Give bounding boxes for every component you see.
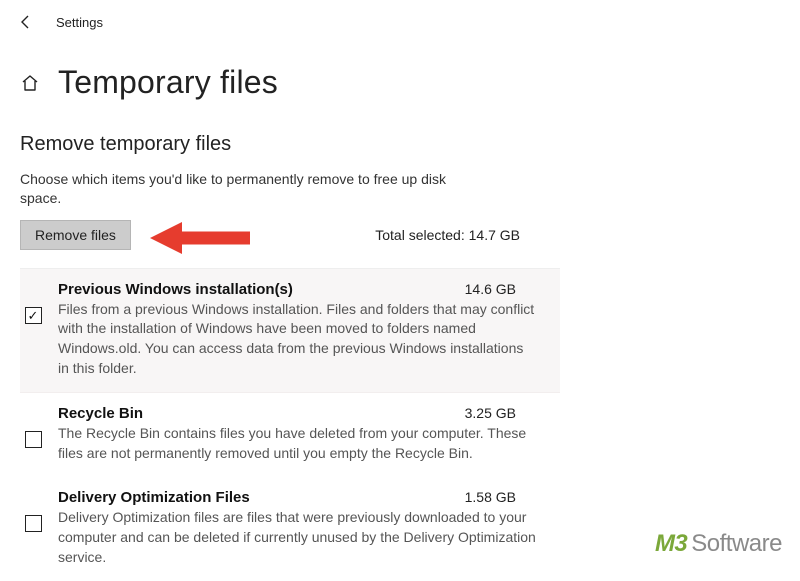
titlebar: Settings — [0, 0, 800, 44]
item-description: The Recycle Bin contains files you have … — [58, 424, 538, 463]
item-description: Files from a previous Windows installati… — [58, 300, 538, 378]
item-body: Delivery Optimization Files 1.58 GB Deli… — [58, 489, 556, 567]
total-selected-label: Total selected: — [375, 227, 468, 243]
total-selected: Total selected: 14.7 GB — [375, 227, 560, 243]
content: Remove temporary files Choose which item… — [0, 133, 580, 581]
item-size: 3.25 GB — [465, 405, 556, 421]
arrow-left-icon — [18, 14, 34, 30]
item-body: Previous Windows installation(s) 14.6 GB… — [58, 281, 556, 378]
list-item: Recycle Bin 3.25 GB The Recycle Bin cont… — [20, 393, 560, 477]
watermark-brand-prefix: M3 — [655, 530, 687, 557]
item-head: Previous Windows installation(s) 14.6 GB — [58, 281, 556, 298]
checkbox-col — [20, 281, 46, 378]
checkbox-col — [20, 405, 46, 463]
item-body: Recycle Bin 3.25 GB The Recycle Bin cont… — [58, 405, 556, 463]
section-description: Choose which items you'd like to permane… — [20, 170, 450, 208]
item-title: Delivery Optimization Files — [58, 489, 250, 506]
item-size: 14.6 GB — [465, 281, 556, 297]
item-title: Recycle Bin — [58, 405, 143, 422]
item-head: Recycle Bin 3.25 GB — [58, 405, 556, 422]
callout-arrow-icon — [150, 218, 250, 258]
item-size: 1.58 GB — [465, 489, 556, 505]
page-header: Temporary files — [0, 44, 800, 107]
page-title: Temporary files — [58, 64, 278, 101]
items-list: Previous Windows installation(s) 14.6 GB… — [20, 268, 560, 581]
watermark-brand-suffix: Software — [691, 530, 782, 557]
item-description: Delivery Optimization files are files th… — [58, 508, 538, 567]
list-item: Previous Windows installation(s) 14.6 GB… — [20, 268, 560, 393]
checkbox-col — [20, 489, 46, 567]
back-button[interactable] — [12, 8, 40, 36]
remove-files-button[interactable]: Remove files — [20, 220, 131, 250]
section-title: Remove temporary files — [20, 133, 560, 156]
item-title: Previous Windows installation(s) — [58, 281, 293, 298]
checkbox-recycle-bin[interactable] — [25, 431, 42, 448]
home-icon[interactable] — [20, 73, 40, 93]
total-selected-value: 14.7 GB — [469, 227, 520, 243]
item-head: Delivery Optimization Files 1.58 GB — [58, 489, 556, 506]
watermark: M3Software — [655, 530, 782, 558]
checkbox-previous-windows[interactable] — [25, 307, 42, 324]
list-item: Delivery Optimization Files 1.58 GB Deli… — [20, 477, 560, 581]
checkbox-delivery-optimization[interactable] — [25, 515, 42, 532]
titlebar-label: Settings — [56, 15, 103, 30]
action-row: Remove files Total selected: 14.7 GB — [20, 220, 560, 250]
